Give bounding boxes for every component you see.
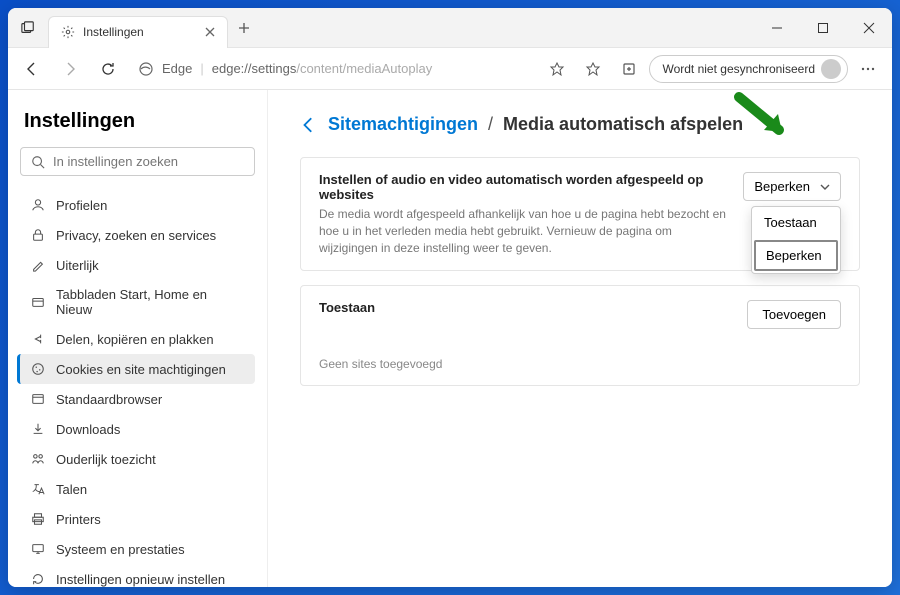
profile-icon (30, 197, 46, 213)
new-tab-button[interactable] (228, 22, 260, 34)
close-window-button[interactable] (846, 8, 892, 48)
maximize-button[interactable] (800, 8, 846, 48)
nav-profiles[interactable]: Profielen (17, 190, 255, 220)
autoplay-dropdown-value: Beperken (754, 179, 810, 194)
sync-label: Wordt niet gesynchroniseerd (662, 62, 815, 76)
autoplay-setting-desc: De media wordt afgespeeld afhankelijk va… (319, 206, 727, 256)
search-icon (31, 155, 45, 169)
forward-button[interactable] (54, 53, 86, 85)
tab-title: Instellingen (83, 25, 144, 39)
address-app: Edge (162, 61, 192, 76)
breadcrumb-back-icon[interactable] (300, 116, 318, 134)
nav-share-copy[interactable]: Delen, kopiëren en plakken (17, 324, 255, 354)
lock-icon (30, 227, 46, 243)
nav-cookies-permissions[interactable]: Cookies en site machtigingen (17, 354, 255, 384)
address-url-suffix: /content/mediaAutoplay (296, 61, 432, 76)
browser-tab[interactable]: Instellingen (48, 16, 228, 48)
edge-icon (138, 61, 154, 77)
settings-search-input[interactable] (53, 154, 244, 169)
download-icon (30, 421, 46, 437)
sidebar-title: Instellingen (20, 110, 255, 133)
browser-icon (30, 391, 46, 407)
language-icon (30, 481, 46, 497)
breadcrumb-parent-link[interactable]: Sitemachtigingen (328, 114, 478, 135)
minimize-button[interactable] (754, 8, 800, 48)
dropdown-option-limit[interactable]: Beperken (754, 240, 838, 271)
address-url-prefix: edge://settings (212, 61, 297, 76)
nav-privacy[interactable]: Privacy, zoeken en services (17, 220, 255, 250)
reset-icon (30, 571, 46, 587)
refresh-button[interactable] (92, 53, 124, 85)
autoplay-dropdown[interactable]: Beperken (743, 172, 841, 201)
nav-reset[interactable]: Instellingen opnieuw instellen (17, 564, 255, 587)
breadcrumb-current: Media automatisch afspelen (503, 114, 743, 135)
favorites-icon[interactable] (577, 53, 609, 85)
nav-default-browser[interactable]: Standaardbrowser (17, 384, 255, 414)
read-aloud-icon[interactable] (541, 53, 573, 85)
allow-empty-text: Geen sites toegevoegd (301, 343, 859, 385)
gear-icon (61, 25, 75, 39)
family-icon (30, 451, 46, 467)
breadcrumb-separator: / (488, 114, 493, 135)
nav-downloads[interactable]: Downloads (17, 414, 255, 444)
allow-section-title: Toestaan (319, 300, 731, 315)
settings-search[interactable] (20, 147, 255, 176)
nav-appearance[interactable]: Uiterlijk (17, 250, 255, 280)
cookie-icon (30, 361, 46, 377)
back-button[interactable] (16, 53, 48, 85)
nav-printers[interactable]: Printers (17, 504, 255, 534)
breadcrumb: Sitemachtigingen / Media automatisch afs… (300, 114, 860, 135)
nav-family[interactable]: Ouderlijk toezicht (17, 444, 255, 474)
printer-icon (30, 511, 46, 527)
nav-start-home[interactable]: Tabbladen Start, Home en Nieuw (17, 280, 255, 324)
system-icon (30, 541, 46, 557)
add-site-button[interactable]: Toevoegen (747, 300, 841, 329)
nav-system[interactable]: Systeem en prestaties (17, 534, 255, 564)
appearance-icon (30, 257, 46, 273)
dropdown-option-allow[interactable]: Toestaan (752, 207, 840, 238)
avatar (821, 59, 841, 79)
tabs-icon (30, 294, 46, 310)
profile-sync-button[interactable]: Wordt niet gesynchroniseerd (649, 55, 848, 83)
collections-icon[interactable] (613, 53, 645, 85)
tab-actions-icon[interactable] (8, 21, 48, 35)
menu-button[interactable] (852, 53, 884, 85)
share-icon (30, 331, 46, 347)
autoplay-dropdown-menu: Toestaan Beperken (751, 206, 841, 274)
address-bar[interactable]: Edge | edge://settings/content/mediaAuto… (130, 61, 535, 77)
close-tab-icon[interactable] (205, 27, 215, 37)
autoplay-setting-title: Instellen of audio en video automatisch … (319, 172, 727, 202)
nav-languages[interactable]: Talen (17, 474, 255, 504)
chevron-down-icon (820, 182, 830, 192)
